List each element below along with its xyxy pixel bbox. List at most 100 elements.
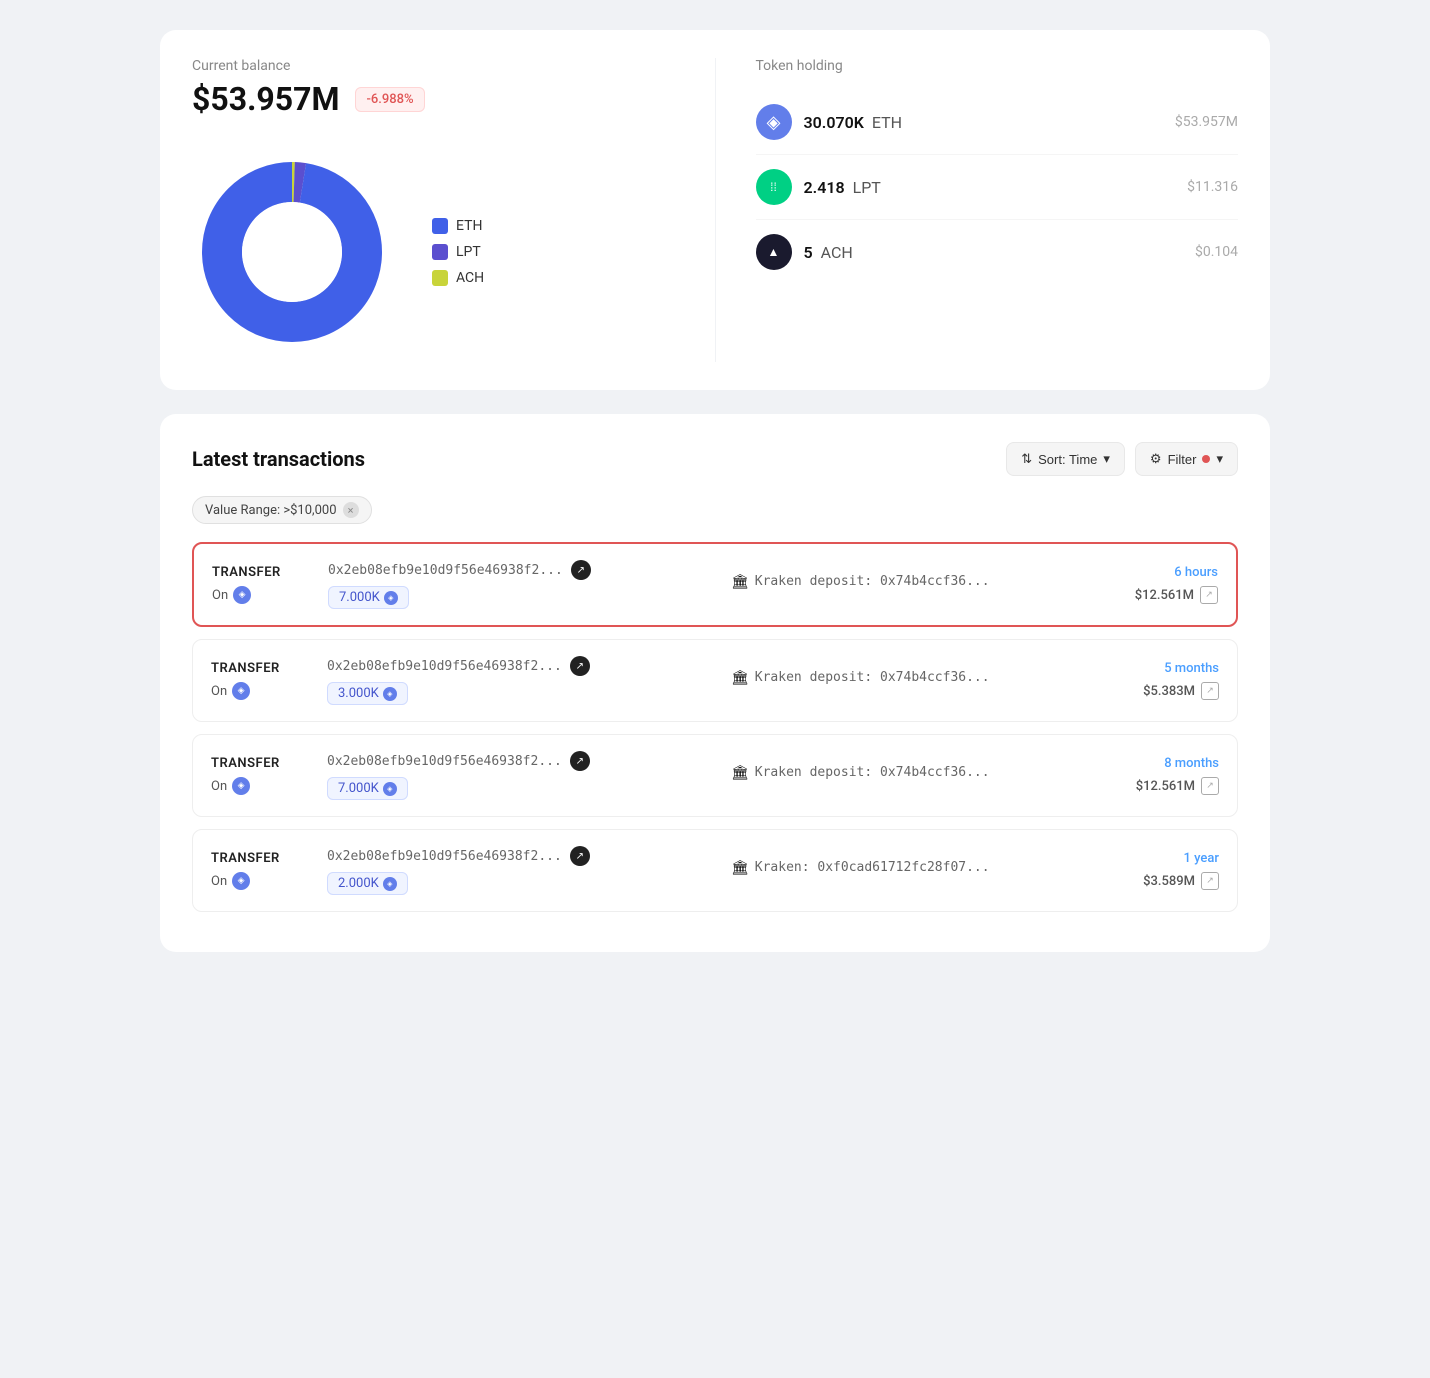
holding-ach: ▲ 5 ACH $0.104 bbox=[756, 220, 1239, 284]
tx-hash-row-0: 0x2eb08efb9e10d9f56e46938f2... ↗ bbox=[328, 560, 699, 580]
tx-amount-badge-3: 2.000K ◈ bbox=[327, 872, 408, 895]
tx-arrow-icon-3: ↗ bbox=[570, 846, 590, 866]
tx-hash-row-2: 0x2eb08efb9e10d9f56e46938f2... ↗ bbox=[327, 751, 699, 771]
filter-label: Filter bbox=[1168, 452, 1197, 467]
transactions-header: Latest transactions ⇅ Sort: Time ▾ ⚙ Fil… bbox=[192, 442, 1238, 476]
tx-usd-value-2: $12.561M bbox=[1136, 779, 1195, 794]
sort-icon: ⇅ bbox=[1021, 451, 1032, 467]
tx-chain-3: On ◈ bbox=[211, 872, 311, 890]
tx-from-hash-0: 0x2eb08efb9e10d9f56e46938f2... bbox=[328, 563, 563, 578]
tx-from-hash-2: 0x2eb08efb9e10d9f56e46938f2... bbox=[327, 754, 562, 769]
tx-right-0: 6 hours $12.561M ↗ bbox=[1118, 565, 1218, 604]
eth-color-dot bbox=[432, 218, 448, 234]
balance-label: Current balance bbox=[192, 58, 675, 74]
tx-time-0: 6 hours bbox=[1118, 565, 1218, 580]
tx-row-1[interactable]: TRANSFER On ◈ 0x2eb08efb9e10d9f56e46938f… bbox=[192, 639, 1238, 722]
filter-chip-label: Value Range: >$10,000 bbox=[205, 503, 337, 518]
eth-value: $53.957M bbox=[1175, 114, 1238, 130]
kraken-icon-2: 🏛 bbox=[731, 765, 749, 781]
tx-left-1: TRANSFER On ◈ bbox=[211, 661, 311, 700]
lpt-amount: 2.418 LPT bbox=[804, 178, 1188, 197]
tx-type-2: TRANSFER bbox=[211, 756, 311, 771]
tx-row-0[interactable]: TRANSFER On ◈ 0x2eb08efb9e10d9f56e46938f… bbox=[192, 542, 1238, 627]
tx-dest-row-3: 🏛 Kraken: 0xf0cad61712fc28f07... bbox=[731, 860, 1103, 876]
balance-section: Current balance $53.957M -6.988% bbox=[192, 58, 716, 362]
ach-value: $0.104 bbox=[1195, 244, 1238, 260]
tx-type-0: TRANSFER bbox=[212, 565, 312, 580]
tx-amount-badge-2: 7.000K ◈ bbox=[327, 777, 408, 800]
legend-ach: ACH bbox=[432, 270, 484, 286]
filter-chip[interactable]: Value Range: >$10,000 × bbox=[192, 496, 372, 524]
legend: ETH LPT ACH bbox=[432, 218, 484, 286]
eth-chain-icon-2: ◈ bbox=[232, 777, 250, 795]
lpt-value: $11.316 bbox=[1187, 179, 1238, 195]
tx-dest-label-1: Kraken deposit: 0x74b4ccf36... bbox=[755, 670, 990, 685]
lpt-legend-label: LPT bbox=[456, 244, 481, 260]
eth-amount: 30.070K ETH bbox=[804, 113, 1175, 132]
sort-chevron-icon: ▾ bbox=[1103, 451, 1110, 467]
tx-chain-2: On ◈ bbox=[211, 777, 311, 795]
tx-arrow-icon-0: ↗ bbox=[571, 560, 591, 580]
tx-arrow-icon-1: ↗ bbox=[570, 656, 590, 676]
tx-usd-row-2: $12.561M ↗ bbox=[1119, 777, 1219, 795]
tx-middle-0: 0x2eb08efb9e10d9f56e46938f2... ↗ 7.000K … bbox=[312, 560, 715, 609]
tx-amount-row-2: 7.000K ◈ bbox=[327, 777, 699, 800]
eth-chain-icon-0: ◈ bbox=[233, 586, 251, 604]
holdings-title: Token holding bbox=[756, 58, 1239, 74]
eth-symbol: ETH bbox=[872, 113, 902, 132]
balance-amount: $53.957M bbox=[192, 80, 339, 118]
kraken-icon-1: 🏛 bbox=[731, 670, 749, 686]
external-link-icon-0[interactable]: ↗ bbox=[1200, 586, 1218, 604]
tx-time-1: 5 months bbox=[1119, 661, 1219, 676]
filter-button[interactable]: ⚙ Filter ▾ bbox=[1135, 442, 1238, 476]
kraken-icon-0: 🏛 bbox=[731, 574, 749, 590]
tx-chain-label-3: On bbox=[211, 874, 227, 889]
tx-middle-1: 0x2eb08efb9e10d9f56e46938f2... ↗ 3.000K … bbox=[311, 656, 715, 705]
top-card: Current balance $53.957M -6.988% bbox=[160, 30, 1270, 390]
tx-middle-2: 0x2eb08efb9e10d9f56e46938f2... ↗ 7.000K … bbox=[311, 751, 715, 800]
eth-amount-icon-1: ◈ bbox=[383, 687, 397, 701]
tx-dest-2: 🏛 Kraken deposit: 0x74b4ccf36... bbox=[715, 765, 1119, 787]
tx-dest-3: 🏛 Kraken: 0xf0cad61712fc28f07... bbox=[715, 860, 1119, 882]
tx-time-3: 1 year bbox=[1119, 851, 1219, 866]
holding-eth: ◈ 30.070K ETH $53.957M bbox=[756, 90, 1239, 155]
tx-chain-1: On ◈ bbox=[211, 682, 311, 700]
tx-usd-row-0: $12.561M ↗ bbox=[1118, 586, 1218, 604]
transactions-card: Latest transactions ⇅ Sort: Time ▾ ⚙ Fil… bbox=[160, 414, 1270, 952]
tx-type-1: TRANSFER bbox=[211, 661, 311, 676]
tx-dest-label-0: Kraken deposit: 0x74b4ccf36... bbox=[755, 574, 990, 589]
balance-change: -6.988% bbox=[355, 87, 424, 112]
tx-dest-label-2: Kraken deposit: 0x74b4ccf36... bbox=[755, 765, 990, 780]
chart-area: ETH LPT ACH bbox=[192, 142, 675, 362]
tx-dest-row-1: 🏛 Kraken deposit: 0x74b4ccf36... bbox=[731, 670, 1103, 686]
tx-hash-row-3: 0x2eb08efb9e10d9f56e46938f2... ↗ bbox=[327, 846, 699, 866]
external-link-icon-3[interactable]: ↗ bbox=[1201, 872, 1219, 890]
sort-button[interactable]: ⇅ Sort: Time ▾ bbox=[1006, 442, 1125, 476]
holding-lpt: ⁞⁞ 2.418 LPT $11.316 bbox=[756, 155, 1239, 220]
external-link-icon-1[interactable]: ↗ bbox=[1201, 682, 1219, 700]
tx-amount-badge-0: 7.000K ◈ bbox=[328, 586, 409, 609]
ach-color-dot bbox=[432, 270, 448, 286]
tx-from-hash-1: 0x2eb08efb9e10d9f56e46938f2... bbox=[327, 659, 562, 674]
sort-label: Sort: Time bbox=[1038, 452, 1097, 467]
tx-row-3[interactable]: TRANSFER On ◈ 0x2eb08efb9e10d9f56e46938f… bbox=[192, 829, 1238, 912]
filter-chip-close-icon[interactable]: × bbox=[343, 502, 359, 518]
tx-type-3: TRANSFER bbox=[211, 851, 311, 866]
transactions-list: TRANSFER On ◈ 0x2eb08efb9e10d9f56e46938f… bbox=[192, 542, 1238, 912]
legend-eth: ETH bbox=[432, 218, 484, 234]
tx-usd-value-3: $3.589M bbox=[1143, 874, 1195, 889]
tx-usd-row-1: $5.383M ↗ bbox=[1119, 682, 1219, 700]
lpt-token-icon: ⁞⁞ bbox=[756, 169, 792, 205]
ach-symbol: ACH bbox=[821, 243, 853, 262]
tx-from-hash-3: 0x2eb08efb9e10d9f56e46938f2... bbox=[327, 849, 562, 864]
ach-token-icon: ▲ bbox=[756, 234, 792, 270]
tx-usd-row-3: $3.589M ↗ bbox=[1119, 872, 1219, 890]
eth-amount-icon-3: ◈ bbox=[383, 877, 397, 891]
legend-lpt: LPT bbox=[432, 244, 484, 260]
tx-row-2[interactable]: TRANSFER On ◈ 0x2eb08efb9e10d9f56e46938f… bbox=[192, 734, 1238, 817]
tx-amount-badge-1: 3.000K ◈ bbox=[327, 682, 408, 705]
external-link-icon-2[interactable]: ↗ bbox=[1201, 777, 1219, 795]
tx-usd-value-1: $5.383M bbox=[1143, 684, 1195, 699]
ach-legend-label: ACH bbox=[456, 270, 484, 286]
tx-usd-value-0: $12.561M bbox=[1135, 588, 1194, 603]
